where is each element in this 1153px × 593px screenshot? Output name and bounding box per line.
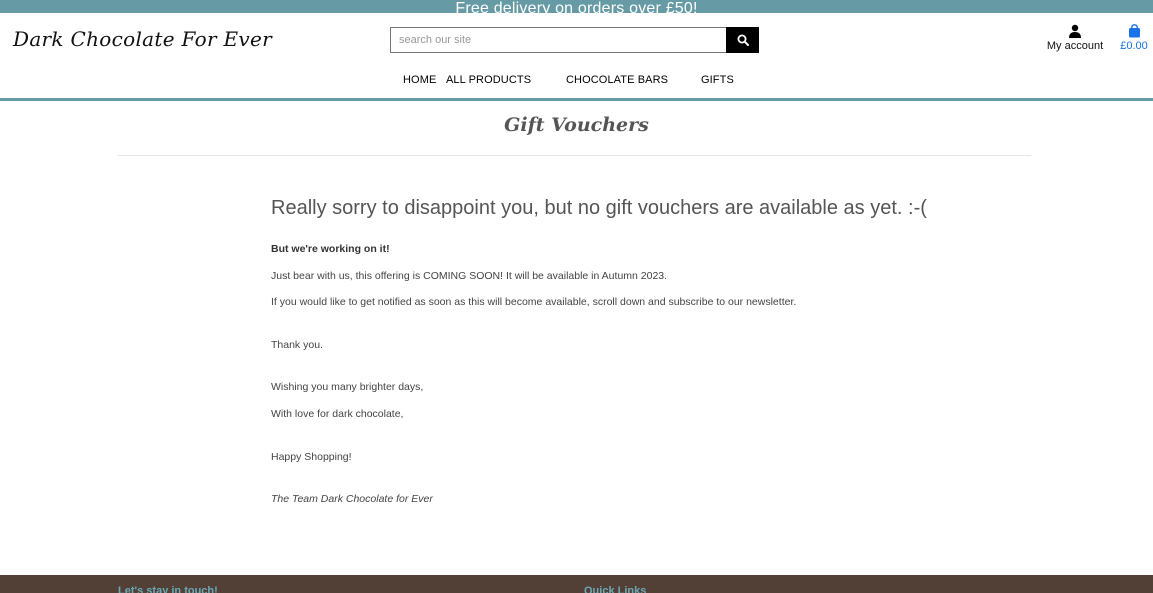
content-line: Happy Shopping! [271,451,352,463]
content-line: Thank you. [271,339,323,351]
search-icon [737,34,749,46]
footer-newsletter-heading: Let's stay in touch! [118,585,218,593]
content-heading: Really sorry to disappoint you, but no g… [271,197,927,219]
nav-chocolate-bars[interactable]: CHOCOLATE BARS [566,74,668,86]
delivery-banner-text: Free delivery on orders over £50! [455,0,698,14]
content-line: Just bear with us, this offering is COMI… [271,270,668,282]
nav-home[interactable]: HOME [403,74,436,86]
nav-all-products[interactable]: ALL PRODUCTS [446,74,531,86]
bag-total: £0.00 [1120,40,1148,52]
shopping-bag-icon [1128,24,1140,38]
search-form [390,27,759,53]
site-logo[interactable]: Dark Chocolate For Ever [13,27,272,51]
my-account-link[interactable]: My account [1043,24,1107,52]
shopping-bag-link[interactable]: £0.00 [1117,24,1151,52]
delivery-banner: Free delivery on orders over £50! [0,0,1153,13]
content-signature: The Team Dark Chocolate for Ever [271,493,433,505]
search-button[interactable] [726,27,759,53]
page-title: Gift Vouchers [504,114,649,136]
my-account-label: My account [1046,40,1104,52]
user-icon [1069,24,1081,38]
footer-quick-links-heading: Quick Links [584,585,647,593]
main-nav: HOME ALL PRODUCTS CHOCOLATE BARS GIFTS [0,74,1153,88]
content-line: If you would like to get notified as soo… [271,296,797,308]
search-input[interactable] [390,27,726,53]
nav-gifts[interactable]: GIFTS [701,74,734,86]
site-footer: Let's stay in touch! Quick Links [0,575,1153,593]
content-subheading: But we're working on it! [271,243,390,255]
header-divider [0,98,1153,101]
content-line: With love for dark chocolate, [271,408,404,420]
content-line: Wishing you many brighter days, [271,381,424,393]
title-divider [118,155,1031,156]
